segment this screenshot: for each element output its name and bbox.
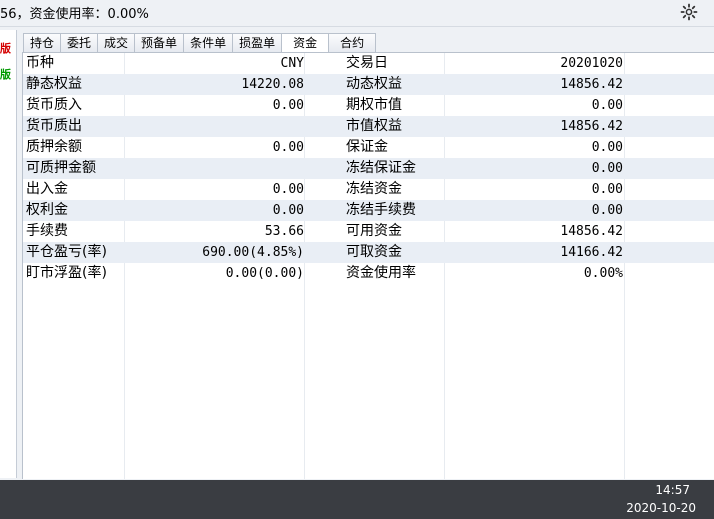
left-mark-2: 版 <box>0 68 11 81</box>
tab-funds[interactable]: 资金 <box>281 33 330 53</box>
funds-row: 盯市浮盈(率) 0.00(0.00) 资金使用率 0.00% <box>23 263 714 284</box>
field-value: CNY <box>280 56 304 71</box>
field-value: 20201020 <box>560 56 623 71</box>
field-value: 0.00 <box>272 140 304 155</box>
tab-contracts[interactable]: 合约 <box>328 33 377 52</box>
field-value: 0.00 <box>591 161 623 176</box>
taskbar-clock-date[interactable]: 2020-10-20 <box>626 501 696 515</box>
funds-row: 币种 CNY 交易日 20201020 <box>23 53 714 74</box>
field-value: 14166.42 <box>560 245 623 260</box>
tab-trades[interactable]: 成交 <box>97 33 136 52</box>
field-value: 14856.42 <box>560 224 623 239</box>
tab-positions[interactable]: 持仓 <box>23 33 62 52</box>
funds-row: 可质押金额 冻结保证金 0.00 <box>23 158 714 179</box>
field-label: 盯市浮盈(率) <box>26 265 107 281</box>
field-value: 690.00(4.85%) <box>202 245 304 260</box>
field-label: 质押余额 <box>26 139 82 155</box>
tab-conditional-orders[interactable]: 条件单 <box>183 33 234 52</box>
status-text: 56，资金使用率：0.00% <box>0 7 149 22</box>
field-label: 手续费 <box>26 223 68 239</box>
tab-bar: 持仓 委托 成交 预备单 条件单 损盈单 资金 合约 <box>23 33 377 53</box>
field-label: 保证金 <box>346 139 388 155</box>
taskbar-clock-time[interactable]: 14:57 <box>655 483 690 497</box>
field-label: 可质押金额 <box>26 160 96 176</box>
field-label: 币种 <box>26 55 54 71</box>
field-value: 0.00 <box>591 140 623 155</box>
field-label: 资金使用率 <box>346 265 416 281</box>
funds-row: 手续费 53.66 可用资金 14856.42 <box>23 221 714 242</box>
field-value: 14856.42 <box>560 119 623 134</box>
field-label: 出入金 <box>26 181 68 197</box>
left-panel-strip: 版 版 <box>0 30 17 478</box>
field-value: 0.00% <box>583 266 623 281</box>
field-label: 冻结保证金 <box>346 160 416 176</box>
funds-row: 货币质入 0.00 期权市值 0.00 <box>23 95 714 116</box>
funds-row: 质押余额 0.00 保证金 0.00 <box>23 137 714 158</box>
field-label: 交易日 <box>346 55 388 71</box>
funds-row: 平仓盈亏(率) 690.00(4.85%) 可取资金 14166.42 <box>23 242 714 263</box>
funds-row: 出入金 0.00 冻结资金 0.00 <box>23 179 714 200</box>
gear-icon[interactable] <box>680 3 698 21</box>
field-value: 0.00(0.00) <box>225 266 304 281</box>
tab-preorders[interactable]: 预备单 <box>134 33 185 52</box>
field-label: 平仓盈亏(率) <box>26 244 107 260</box>
field-label: 市值权益 <box>346 118 402 134</box>
field-value: 53.66 <box>264 224 304 239</box>
field-label: 可取资金 <box>346 244 402 260</box>
tab-orders[interactable]: 委托 <box>60 33 99 52</box>
field-value: 0.00 <box>272 182 304 197</box>
field-value: 0.00 <box>591 98 623 113</box>
field-label: 权利金 <box>26 202 68 218</box>
os-taskbar: 14:57 2020-10-20 <box>0 480 714 519</box>
funds-panel: 币种 CNY 交易日 20201020 静态权益 14220.08 动态权益 1… <box>22 52 714 479</box>
field-value: 0.00 <box>591 182 623 197</box>
field-value: 14856.42 <box>560 77 623 92</box>
field-label: 静态权益 <box>26 76 82 92</box>
funds-row: 权利金 0.00 冻结手续费 0.00 <box>23 200 714 221</box>
field-label: 货币质出 <box>26 118 82 134</box>
funds-row: 静态权益 14220.08 动态权益 14856.42 <box>23 74 714 95</box>
left-mark-1: 版 <box>0 42 11 55</box>
field-value: 0.00 <box>591 203 623 218</box>
funds-row: 货币质出 市值权益 14856.42 <box>23 116 714 137</box>
field-label: 冻结资金 <box>346 181 402 197</box>
field-value: 0.00 <box>272 203 304 218</box>
field-label: 冻结手续费 <box>346 202 416 218</box>
field-label: 期权市值 <box>346 97 402 113</box>
top-status-bar: 56，资金使用率：0.00% <box>0 0 714 27</box>
field-label: 可用资金 <box>346 223 402 239</box>
field-value: 0.00 <box>272 98 304 113</box>
tab-stop-orders[interactable]: 损盈单 <box>232 33 283 52</box>
field-value: 14220.08 <box>241 77 304 92</box>
field-label: 动态权益 <box>346 76 402 92</box>
field-label: 货币质入 <box>26 97 82 113</box>
